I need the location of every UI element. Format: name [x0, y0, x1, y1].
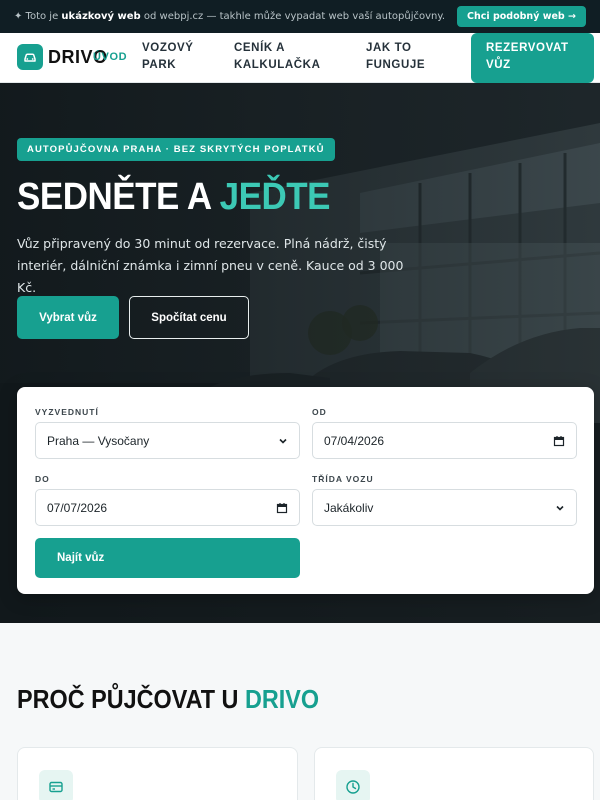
nav-item-jak-to-funguje[interactable]: Jak to funguje	[366, 40, 446, 74]
pickup-label: Vyzvednutí	[35, 407, 99, 417]
hero-title-main: SEDNĚTE A	[17, 176, 220, 218]
pickup-select[interactable]: Praha — Vysočany	[35, 422, 300, 459]
search-card: Vyzvednutí Praha — Vysočany Od 07/04/202…	[17, 387, 594, 594]
promo-button[interactable]: Chci podobný web →	[457, 6, 586, 27]
site-header: DRIVO Úvod Vozový park Ceník a kalkulačk…	[0, 33, 600, 83]
nav-item-vozovy-park[interactable]: Vozový park	[142, 40, 212, 74]
calendar-icon[interactable]	[276, 502, 288, 514]
from-date-input[interactable]: 07/04/2026	[312, 422, 577, 459]
car-class-select[interactable]: Jakákoliv	[312, 489, 577, 526]
car-logo-icon[interactable]	[17, 44, 43, 70]
to-label: Do	[35, 474, 50, 484]
from-date-value: 07/04/2026	[324, 433, 385, 448]
to-date-value: 07/07/2026	[47, 500, 108, 515]
from-label: Od	[312, 407, 327, 417]
calculate-price-button[interactable]: Spočítat cenu	[129, 296, 249, 339]
promo-highlight: ukázkový web	[61, 11, 141, 22]
chevron-down-icon	[555, 503, 565, 513]
hero-title-accent: JEĎTE	[219, 176, 331, 218]
car-class-label: Třída vozu	[312, 474, 374, 484]
clock-icon	[336, 770, 370, 800]
credit-card-icon	[39, 770, 73, 800]
pickup-value: Praha — Vysočany	[47, 433, 150, 448]
promo-prefix: ✦ Toto je	[14, 11, 62, 22]
chevron-down-icon	[278, 436, 288, 446]
why-title-accent: DRIVO	[244, 684, 320, 714]
promo-suffix: od webpj.cz — takhle může vypadat web va…	[140, 11, 446, 22]
feature-card	[17, 747, 298, 800]
hero-badge: AUTOPŮJČOVNA PRAHA · BEZ SKRYTÝCH POPLAT…	[17, 138, 335, 161]
hero-subtitle: Vůz připravený do 30 minut od rezervace.…	[17, 236, 404, 295]
why-section-title: PROČ PŮJČOVAT U DRIVO	[17, 684, 319, 715]
feature-card	[314, 747, 594, 800]
find-car-button[interactable]: Najít vůz	[35, 538, 300, 578]
car-class-value: Jakákoliv	[324, 500, 374, 515]
calendar-icon[interactable]	[553, 435, 565, 447]
nav-item-cenik[interactable]: Ceník a kalkulačka	[234, 40, 334, 74]
choose-car-button[interactable]: Vybrat vůz	[17, 296, 119, 339]
reserve-button[interactable]: Rezervovat vůz	[471, 33, 594, 83]
promo-text: ✦ Toto je ukázkový web od webpj.cz — tak…	[14, 11, 445, 22]
why-title-main: PROČ PŮJČOVAT U	[17, 684, 245, 714]
nav-item-uvod[interactable]: Úvod	[93, 49, 127, 66]
promo-bar: ✦ Toto je ukázkový web od webpj.cz — tak…	[0, 0, 600, 33]
hero-title: SEDNĚTE A JEĎTE	[17, 175, 330, 219]
to-date-input[interactable]: 07/07/2026	[35, 489, 300, 526]
